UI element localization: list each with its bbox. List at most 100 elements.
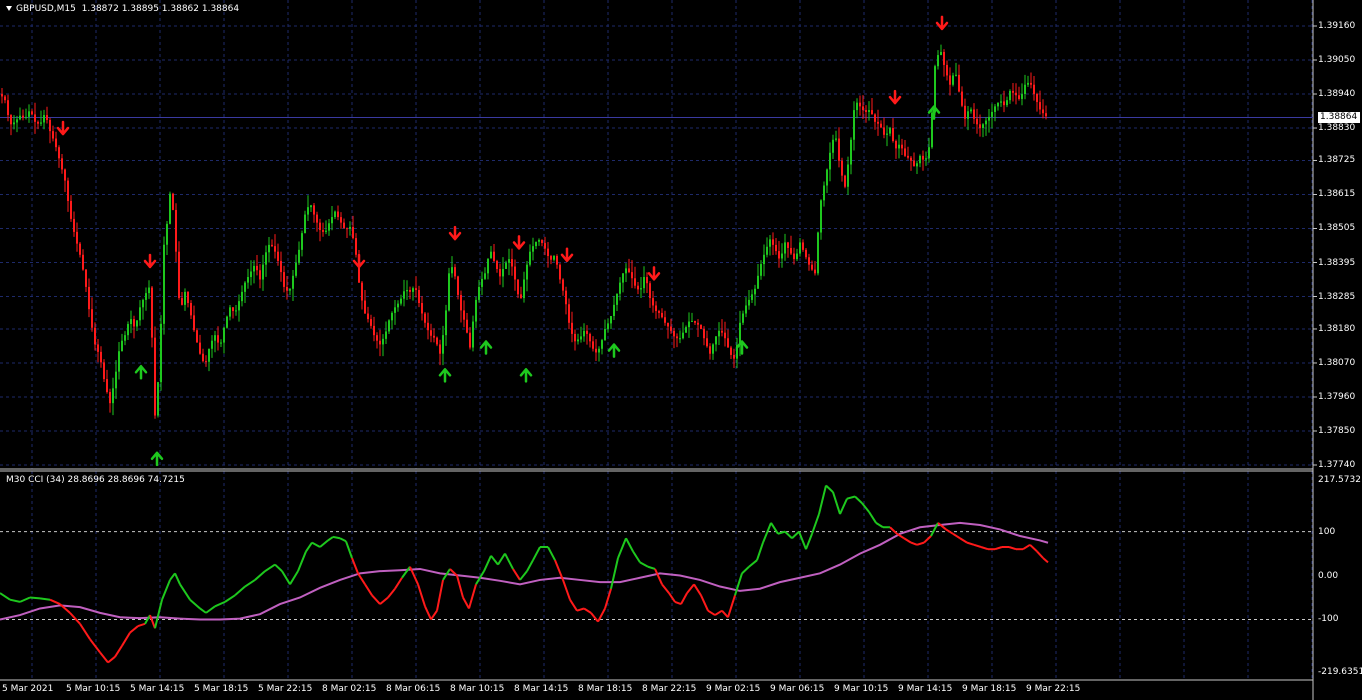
candle-body — [523, 279, 525, 299]
candle-body — [454, 267, 456, 277]
candle-body — [64, 169, 66, 181]
collapse-triangle-icon[interactable] — [6, 6, 12, 11]
candle-body — [271, 244, 273, 247]
time-tick-label: 5 Mar 14:15 — [130, 684, 185, 694]
candle-body — [490, 251, 492, 259]
candle-body — [184, 291, 186, 305]
candle-body — [967, 111, 969, 119]
time-tick-label: 9 Mar 22:15 — [1026, 684, 1081, 694]
candle-body — [229, 307, 231, 317]
candle-body — [142, 299, 144, 308]
price-tick-label: 1.38505 — [1318, 223, 1356, 234]
candle-body — [673, 330, 675, 337]
candle-body — [391, 312, 393, 321]
candle-body — [346, 228, 348, 230]
candle-body — [166, 223, 168, 245]
time-tick-label: 9 Mar 18:15 — [962, 684, 1017, 694]
candle-body — [364, 300, 366, 314]
candle-body — [223, 327, 225, 343]
candle-body — [895, 141, 897, 149]
candle-body — [874, 114, 876, 122]
candle-body — [526, 264, 528, 280]
ohlc-values: 1.38872 1.38895 1.38862 1.38864 — [81, 4, 240, 14]
candle-body — [100, 351, 102, 363]
candle-body — [643, 277, 645, 289]
candle-body — [928, 147, 930, 159]
candle-body — [529, 251, 531, 265]
candle-body — [259, 270, 261, 280]
candle-body — [748, 299, 750, 306]
candle-body — [106, 379, 108, 393]
candle-body — [907, 155, 909, 158]
candle-body — [103, 362, 105, 380]
candle-body — [919, 155, 921, 164]
candle-body — [1039, 102, 1041, 110]
candle-body — [889, 128, 891, 134]
candle-body — [181, 298, 183, 305]
candle-body — [589, 333, 591, 342]
candle-body — [31, 111, 33, 115]
candle-body — [676, 336, 678, 339]
candle-body — [877, 121, 879, 124]
candle-body — [850, 139, 852, 165]
candle-body — [340, 217, 342, 223]
candle-body — [187, 291, 189, 304]
candle-body — [472, 321, 474, 348]
candle-body — [955, 74, 957, 76]
candle-body — [241, 291, 243, 302]
candle-body — [856, 102, 858, 111]
candle-body — [1009, 90, 1011, 101]
price-tick-label: 1.37850 — [1318, 425, 1356, 436]
candle-body — [196, 330, 198, 343]
candle-body — [841, 160, 843, 176]
time-tick-label: 8 Mar 02:15 — [322, 684, 377, 694]
candle-body — [289, 288, 291, 291]
cci-main-segment — [332, 535, 341, 540]
candle-body — [538, 239, 540, 242]
candle-body — [547, 248, 549, 257]
candle-body — [844, 175, 846, 187]
candle-body — [715, 336, 717, 345]
candle-body — [403, 291, 405, 299]
candle-body — [976, 118, 978, 125]
price-tick-label: 1.38070 — [1318, 357, 1356, 368]
time-tick-label: 5 Mar 18:15 — [194, 684, 249, 694]
symbol-title: GBPUSD,M15 — [16, 4, 76, 14]
candle-body — [25, 116, 27, 118]
candle-body — [625, 268, 627, 274]
candle-body — [805, 249, 807, 258]
candle-body — [1036, 94, 1038, 103]
candle-body — [37, 121, 39, 124]
candle-body — [601, 340, 603, 349]
candle-body — [745, 305, 747, 314]
candle-body — [262, 264, 264, 280]
candle-body — [1000, 101, 1002, 103]
candle-body — [163, 244, 165, 324]
candle-body — [283, 272, 285, 287]
candle-body — [157, 382, 159, 416]
candle-body — [136, 320, 138, 327]
candle-body — [901, 144, 903, 149]
candle-body — [772, 239, 774, 245]
candle-body — [985, 120, 987, 125]
candle-body — [310, 205, 312, 208]
candle-body — [487, 258, 489, 274]
candle-body — [1012, 90, 1014, 93]
candle-body — [307, 207, 309, 215]
candle-body — [301, 233, 303, 250]
candle-body — [361, 282, 363, 301]
candle-body — [409, 290, 411, 292]
candle-body — [925, 158, 927, 160]
chart-canvas[interactable] — [0, 0, 1362, 700]
candle-body — [733, 354, 735, 359]
candle-body — [274, 246, 276, 252]
candle-body — [4, 96, 6, 101]
candle-body — [811, 264, 813, 270]
candle-body — [979, 124, 981, 129]
candle-body — [322, 230, 324, 232]
candle-body — [244, 282, 246, 292]
candle-body — [667, 322, 669, 327]
candle-body — [742, 313, 744, 323]
candle-body — [697, 322, 699, 325]
candle-body — [397, 303, 399, 308]
